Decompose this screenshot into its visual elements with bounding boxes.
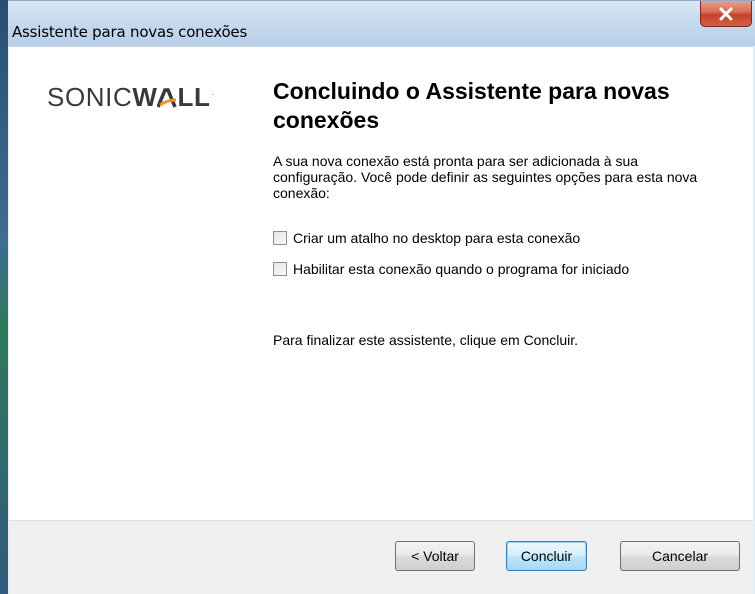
- option-enable-on-start[interactable]: Habilitar esta conexão quando o programa…: [273, 261, 629, 277]
- logo-a-mark: [157, 87, 178, 109]
- back-button[interactable]: < Voltar: [395, 541, 475, 571]
- logo-trademark: ·: [211, 90, 215, 99]
- wizard-window: Assistente para novas conexões SONIC W L…: [0, 0, 755, 594]
- finish-button[interactable]: Concluir: [506, 541, 587, 571]
- wizard-content: SONIC W LL · Concluindo o Assistente par…: [9, 46, 753, 520]
- option-create-shortcut[interactable]: Criar um atalho no desktop para esta con…: [273, 230, 580, 246]
- window-title: Assistente para novas conexões: [12, 23, 248, 41]
- button-bar: < Voltar Concluir Cancelar: [9, 520, 753, 594]
- finish-instruction: Para finalizar este assistente, clique e…: [273, 332, 579, 348]
- cancel-button[interactable]: Cancelar: [620, 541, 740, 571]
- logo-text-ll: LL: [177, 82, 211, 112]
- logo-a-icon: [157, 87, 178, 108]
- option-label-enable-on-start: Habilitar esta conexão quando o programa…: [293, 261, 630, 277]
- description-text: A sua nova conexão está pronta para ser …: [273, 153, 698, 201]
- page-title: Concluindo o Assistente para novas conex…: [273, 78, 670, 133]
- logo-text-w: W: [132, 82, 158, 112]
- option-label-create-shortcut: Criar um atalho no desktop para esta con…: [293, 230, 581, 246]
- checkbox-create-shortcut[interactable]: [273, 231, 287, 245]
- close-icon: [719, 7, 733, 20]
- checkbox-enable-on-start[interactable]: [273, 262, 287, 276]
- close-button[interactable]: [700, 1, 752, 27]
- logo-text-sonic: SONIC: [47, 82, 133, 112]
- desktop-background-strip: [0, 0, 8, 594]
- title-bar[interactable]: Assistente para novas conexões: [8, 0, 755, 46]
- sonicwall-logo: SONIC W LL ·: [47, 82, 215, 113]
